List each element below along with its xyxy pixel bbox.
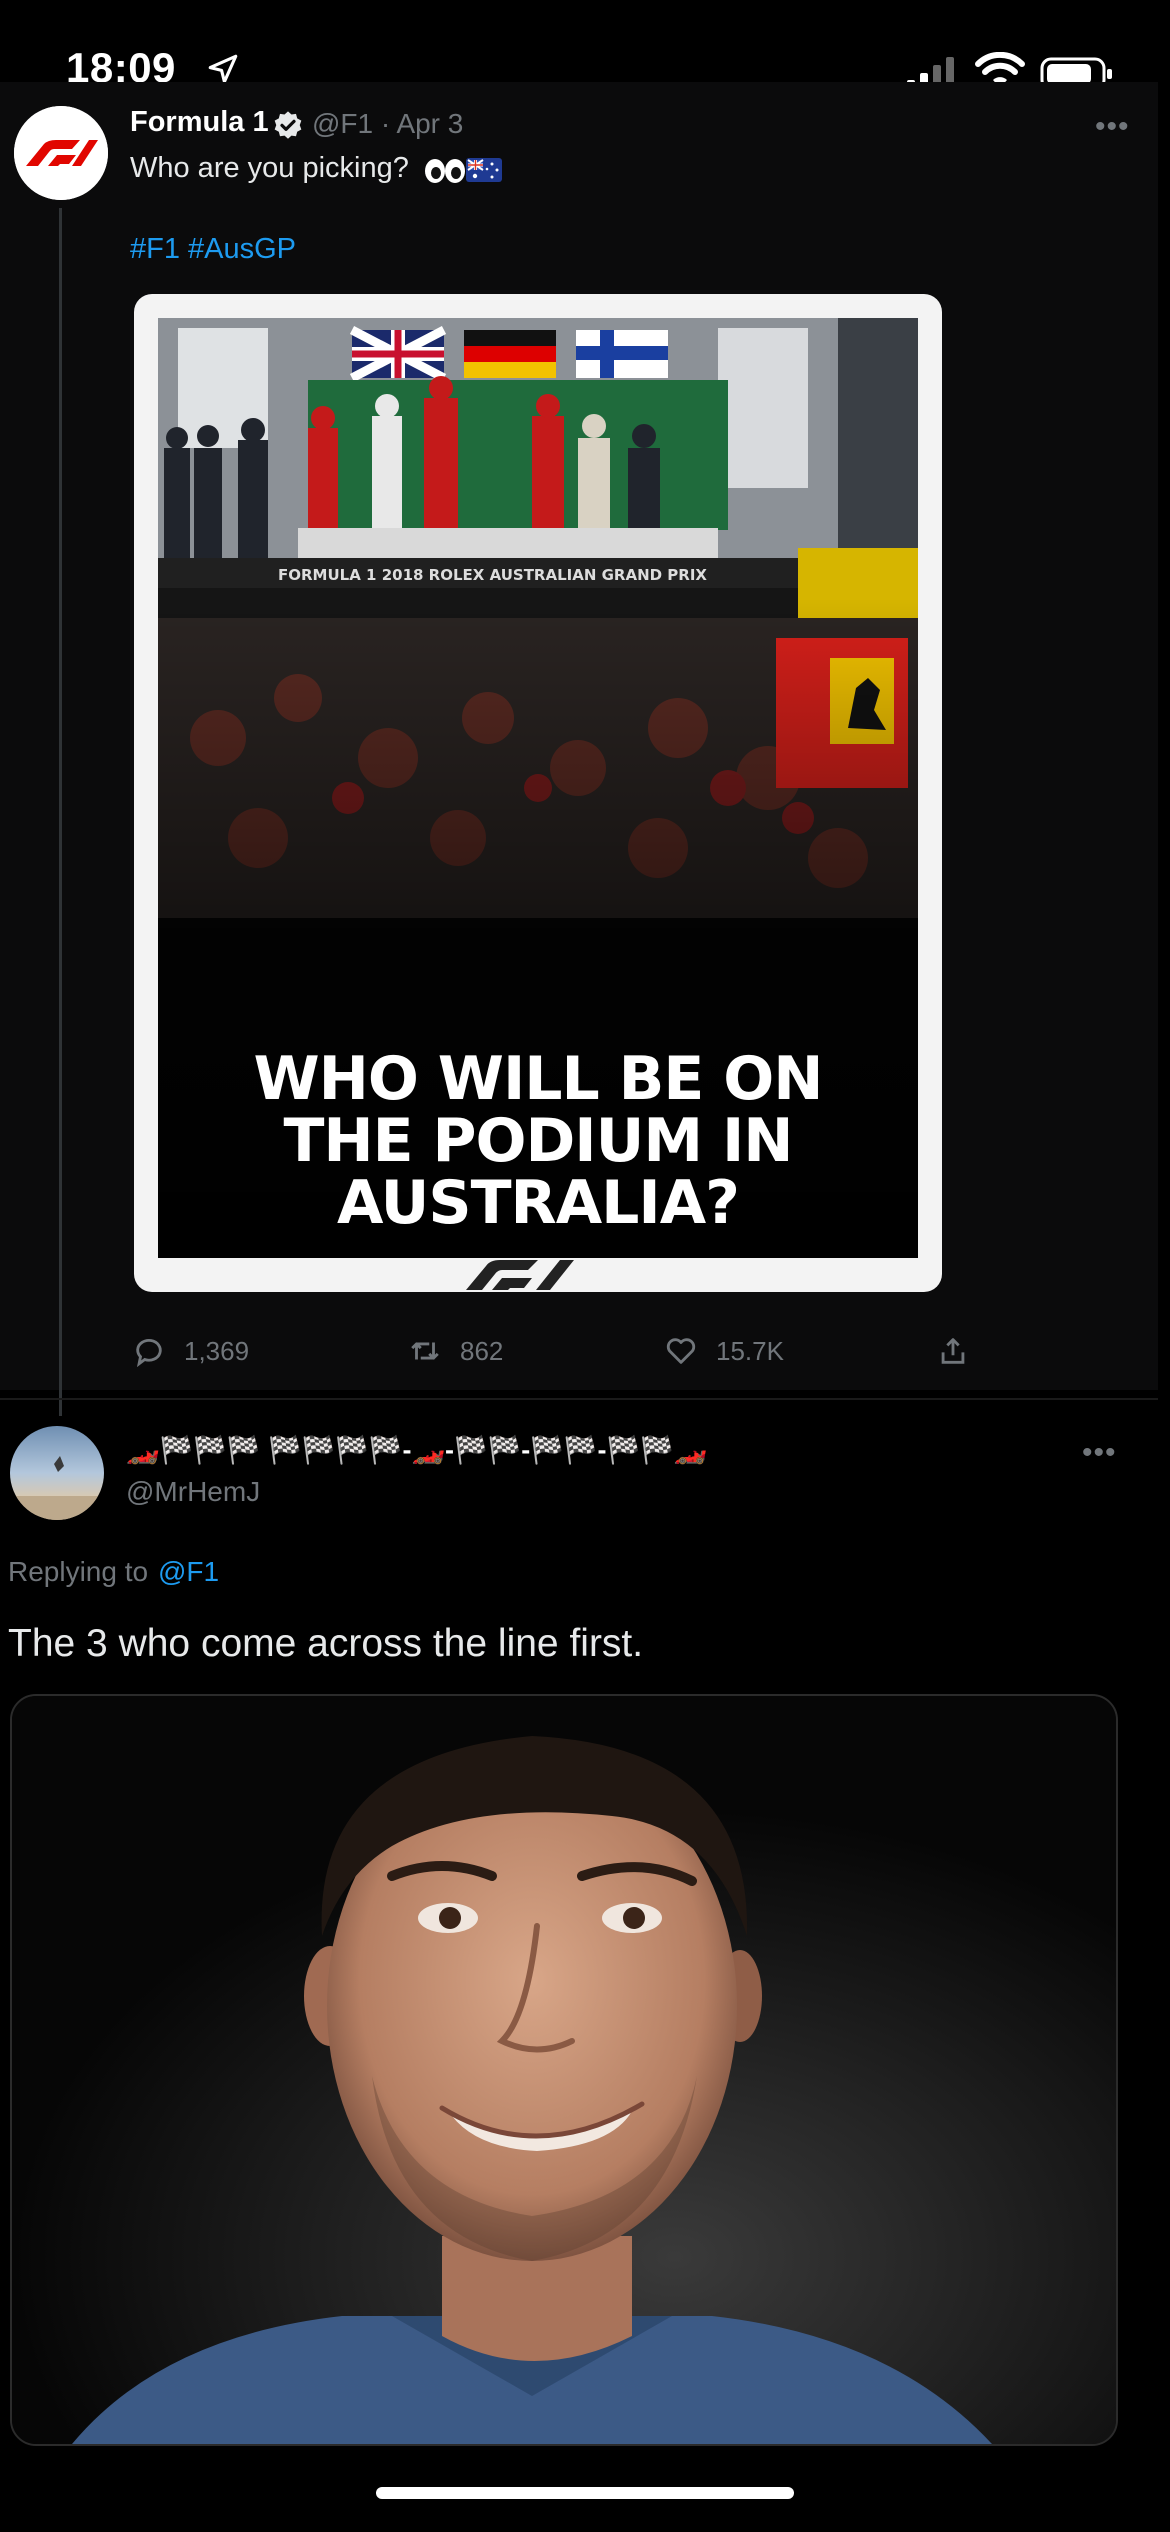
tweet-divider xyxy=(0,1398,1158,1400)
more-options-icon[interactable]: ••• xyxy=(1095,110,1130,144)
poster-headline: WHO WILL BE ON THE PODIUM IN AUSTRALIA? xyxy=(158,1048,918,1234)
retweet-action[interactable]: 862 xyxy=(408,1334,503,1368)
man-portrait-photo xyxy=(12,1696,1116,2444)
podium-poster: FORMULA 1 2018 ROLEX AUSTRALIAN GRAND PR… xyxy=(158,318,918,1258)
like-action[interactable]: 15.7K xyxy=(664,1334,784,1368)
author-handle[interactable]: @MrHemJ xyxy=(126,1476,260,1508)
reply-icon xyxy=(136,1338,162,1368)
poster-line: THE PODIUM IN xyxy=(283,1106,794,1176)
author-name[interactable]: Formula 1 xyxy=(130,106,269,139)
tweet-media-image[interactable]: FORMULA 1 2018 ROLEX AUSTRALIAN GRAND PR… xyxy=(134,294,942,1292)
tweet-text: Who are you picking? xyxy=(130,152,409,184)
retweet-icon xyxy=(411,1342,439,1360)
f1-avatar[interactable] xyxy=(14,106,108,200)
hashtags[interactable]: #F1 #AusGP xyxy=(130,233,296,266)
more-options-icon[interactable]: ••• xyxy=(1082,1436,1117,1470)
like-count: 15.7K xyxy=(716,1335,784,1366)
retweet-count: 862 xyxy=(460,1335,504,1366)
f1-logo-icon xyxy=(466,1260,574,1290)
verified-badge-icon xyxy=(274,111,302,139)
heart-icon xyxy=(666,1338,696,1364)
reply-count: 1,369 xyxy=(184,1335,250,1366)
replying-label: Replying to xyxy=(8,1556,149,1587)
home-indicator[interactable] xyxy=(376,2487,794,2499)
reply-media-image[interactable] xyxy=(10,1694,1118,2446)
podium-banner-text: FORMULA 1 2018 ROLEX AUSTRALIAN GRAND PR… xyxy=(278,566,707,584)
poster-line: AUSTRALIA? xyxy=(337,1168,740,1238)
author-name[interactable]: 🏎️🏁🏁🏁 🏁🏁🏁🏁-🏎️-🏁🏁-🏁🏁-🏁🏁🏎️ xyxy=(126,1434,707,1466)
tweet-meta[interactable]: @F1 · Apr 3 xyxy=(312,108,463,140)
replying-to-link[interactable]: @F1 xyxy=(158,1556,219,1588)
f1-logo-icon xyxy=(14,106,108,200)
reply-action[interactable]: 1,369 xyxy=(132,1334,249,1368)
australia-flag-icon xyxy=(466,158,502,182)
eyes-emoji-icon xyxy=(425,159,465,183)
tweet-text: The 3 who come across the line first. xyxy=(8,1622,644,1665)
share-action[interactable] xyxy=(936,1334,970,1368)
share-icon xyxy=(941,1338,965,1364)
location-arrow-icon xyxy=(208,54,238,84)
user-avatar[interactable] xyxy=(10,1426,104,1520)
poster-line: WHO WILL BE ON xyxy=(253,1044,824,1114)
avatar-photo xyxy=(10,1456,104,1520)
thread-line xyxy=(59,208,62,1416)
